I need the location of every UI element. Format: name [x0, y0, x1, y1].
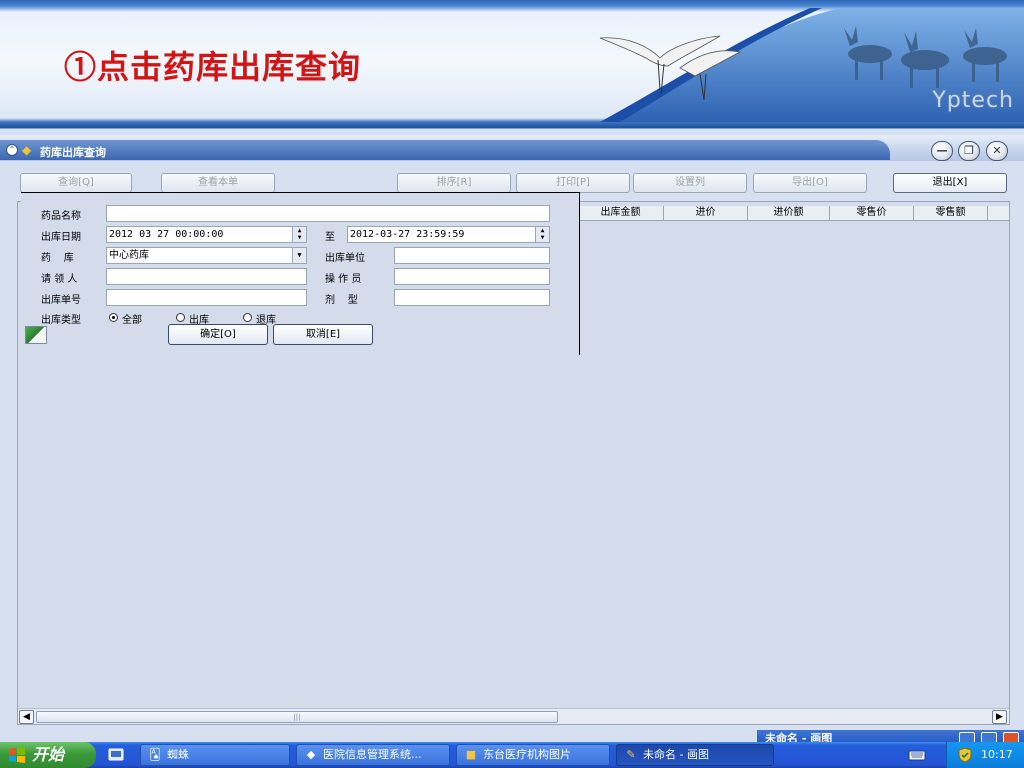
scroll-left-icon[interactable]: ◀: [19, 710, 34, 724]
chevron-down-icon[interactable]: ▼: [292, 248, 306, 263]
cancel-button[interactable]: 取消[E]: [273, 324, 373, 345]
drug-name-label: 药品名称: [41, 211, 81, 222]
column-header-filler: [987, 206, 1009, 221]
taskbar-item-label: 蜘蛛: [167, 748, 189, 761]
print-button[interactable]: 打印[P]: [516, 173, 630, 193]
drug-name-input[interactable]: [106, 205, 550, 222]
column-header[interactable]: 进价额: [747, 206, 829, 221]
query-button[interactable]: 查询[Q]: [20, 173, 132, 193]
scroll-right-icon[interactable]: ▶: [992, 710, 1007, 724]
out-date-label: 出库日期: [41, 232, 81, 243]
export-button[interactable]: 导出[O]: [753, 173, 867, 193]
requester-label: 请 领 人: [41, 274, 78, 285]
radio-out[interactable]: [176, 313, 185, 322]
exit-button[interactable]: 退出[X]: [893, 173, 1007, 193]
minimize-button[interactable]: —: [931, 141, 953, 161]
brand-logo-text: Yptech: [932, 88, 1014, 113]
system-tray: 10:17: [946, 742, 1024, 768]
taskbar-item-label: 东台医疗机构图片: [483, 748, 571, 761]
scroll-thumb[interactable]: |||: [36, 711, 558, 723]
dosage-form-input[interactable]: [394, 289, 550, 306]
column-header[interactable]: 零售额: [913, 206, 987, 221]
ok-button[interactable]: 确定[O]: [168, 324, 268, 345]
date-spinner[interactable]: ▲ ▼: [292, 227, 306, 242]
warehouse-label: 药 库: [41, 253, 74, 264]
grid-header: 出库金额 进价 进价额 零售价 零售额: [578, 206, 1009, 221]
spider-solitaire-icon: 🂡: [149, 748, 161, 761]
clock[interactable]: 10:17: [981, 748, 1013, 761]
taskbar-item[interactable]: ◆ 医院信息管理系统...: [296, 744, 450, 766]
folder-icon: ■: [465, 748, 477, 761]
window-title-tab: [0, 140, 890, 160]
warehouse-value: 中心药库: [109, 250, 149, 261]
radio-all[interactable]: [109, 313, 118, 322]
taskbar-item[interactable]: 🂡 蜘蛛: [140, 744, 290, 766]
radio-all-label[interactable]: 全部: [122, 311, 142, 326]
taskbar-item[interactable]: ✎ 未命名 - 画图: [616, 744, 774, 766]
windows-logo-icon: [9, 747, 25, 763]
view-document-button[interactable]: 查看本单: [161, 173, 275, 193]
out-date-to-value: 2012-03-27 23:59:59: [350, 229, 465, 240]
sort-button[interactable]: 排序[R]: [397, 173, 511, 193]
out-date-from-value: 2012 03 27 00:00:00: [109, 229, 224, 240]
set-columns-button[interactable]: 设置列: [633, 173, 747, 193]
date-spinner[interactable]: ▲ ▼: [535, 227, 549, 242]
out-unit-label: 出库单位: [325, 253, 365, 264]
keyboard-icon[interactable]: [908, 748, 926, 762]
doc-no-label: 出库单号: [41, 295, 81, 306]
column-header[interactable]: 出库金额: [578, 206, 663, 221]
close-button[interactable]: ✕: [986, 141, 1008, 161]
radio-return[interactable]: [243, 313, 252, 322]
to-label: 至: [325, 232, 335, 243]
query-window: ⌃ ◆ 药库出库查询 — ❐ ✕ 查询[Q] 查看本单 排序[R] 打印[P] …: [0, 128, 1024, 742]
start-button[interactable]: 开始: [0, 742, 96, 768]
operator-input[interactable]: [394, 268, 550, 285]
taskbar-item[interactable]: ■ 东台医疗机构图片: [456, 744, 610, 766]
show-desktop-icon[interactable]: [108, 747, 124, 763]
taskbar-item-label: 未命名 - 画图: [643, 748, 709, 761]
dosage-form-label: 剂 型: [325, 295, 358, 306]
paint-icon: ✎: [626, 748, 636, 761]
query-form-panel: 药品名称 出库日期 2012 03 27 00:00:00 ▲ ▼ 至 2012-…: [21, 192, 580, 355]
out-type-label: 出库类型: [41, 315, 81, 326]
restore-button[interactable]: ❐: [958, 141, 980, 161]
window-titlebar[interactable]: ⌃ ◆ 药库出库查询 — ❐ ✕: [0, 135, 1024, 161]
taskbar-item-label: 医院信息管理系统...: [323, 748, 422, 761]
out-date-to-field[interactable]: 2012-03-27 23:59:59 ▲ ▼: [347, 226, 550, 243]
warehouse-select[interactable]: 中心药库 ▼: [106, 247, 307, 264]
taskbar: 开始 🂡 蜘蛛 ◆ 医院信息管理系统... ■ 东台医疗机构图片 ✎ 未命名 -…: [0, 742, 1024, 768]
system-menu-icon[interactable]: ⌃: [6, 144, 18, 156]
column-header[interactable]: 零售价: [829, 206, 913, 221]
app-banner: ①点击药库出库查询 Yptech: [0, 0, 1024, 128]
out-date-from-field[interactable]: 2012 03 27 00:00:00 ▲ ▼: [106, 226, 307, 243]
window-app-icon: ◆: [22, 143, 32, 157]
app-icon: ◆: [306, 748, 316, 761]
edit-icon[interactable]: [25, 326, 47, 344]
security-shield-icon[interactable]: [957, 747, 973, 763]
operator-label: 操 作 员: [325, 274, 362, 285]
tutorial-caption: ①点击药库出库查询: [64, 48, 362, 86]
horizontal-scrollbar[interactable]: ◀ ||| ▶: [18, 708, 1009, 724]
requester-input[interactable]: [106, 268, 307, 285]
out-unit-input[interactable]: [394, 247, 550, 264]
doc-no-input[interactable]: [106, 289, 307, 306]
start-label: 开始: [32, 745, 65, 764]
window-title: 药库出库查询: [40, 146, 106, 159]
column-header[interactable]: 进价: [663, 206, 747, 221]
results-area: 出库金额 进价 进价额 零售价 零售额 药品名称 出库日期 2012 03 27…: [17, 192, 1010, 725]
